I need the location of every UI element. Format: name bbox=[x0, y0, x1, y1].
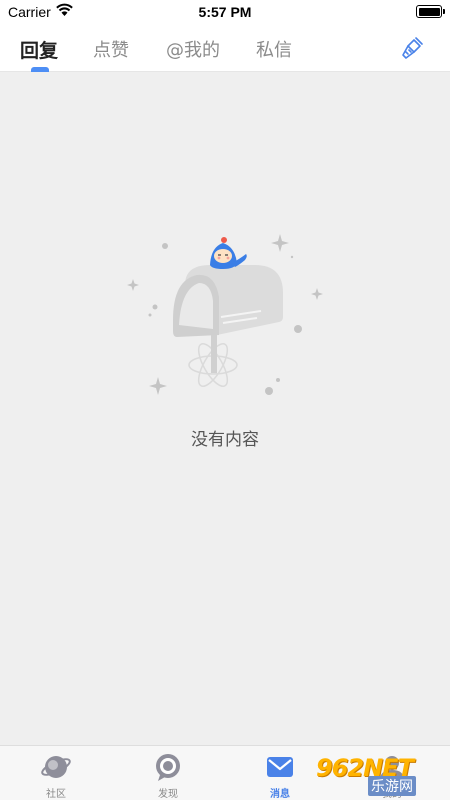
tabbar-label-discover: 发现 bbox=[158, 789, 178, 800]
watermark-sub: 乐游网 bbox=[368, 776, 416, 796]
planet-icon bbox=[41, 756, 71, 778]
mail-icon bbox=[267, 757, 293, 777]
tab-private-messages[interactable]: 私信 bbox=[256, 36, 292, 62]
mailbox-illustration bbox=[127, 234, 323, 395]
active-tab-indicator bbox=[31, 67, 49, 72]
discover-icon bbox=[156, 754, 180, 781]
tabbar-label-community: 社区 bbox=[46, 789, 66, 800]
broom-icon[interactable] bbox=[400, 35, 426, 61]
tab-mentions[interactable]: @我的 bbox=[166, 36, 220, 62]
watermark: 962NET 乐游网 bbox=[312, 752, 446, 796]
battery-icon bbox=[416, 5, 445, 18]
clock: 5:57 PM bbox=[198, 4, 252, 20]
tabbar-item-community[interactable]: 社区 bbox=[0, 746, 112, 800]
tabbar-item-discover[interactable]: 发现 bbox=[112, 746, 224, 800]
tab-likes[interactable]: 点赞 bbox=[93, 36, 129, 62]
status-bar: Carrier 5:57 PM bbox=[0, 0, 450, 24]
message-tabs-header: 回复 点赞 @我的 私信 bbox=[0, 24, 450, 72]
tab-replies[interactable]: 回复 bbox=[20, 36, 58, 63]
empty-state-text: 没有内容 bbox=[191, 430, 259, 450]
